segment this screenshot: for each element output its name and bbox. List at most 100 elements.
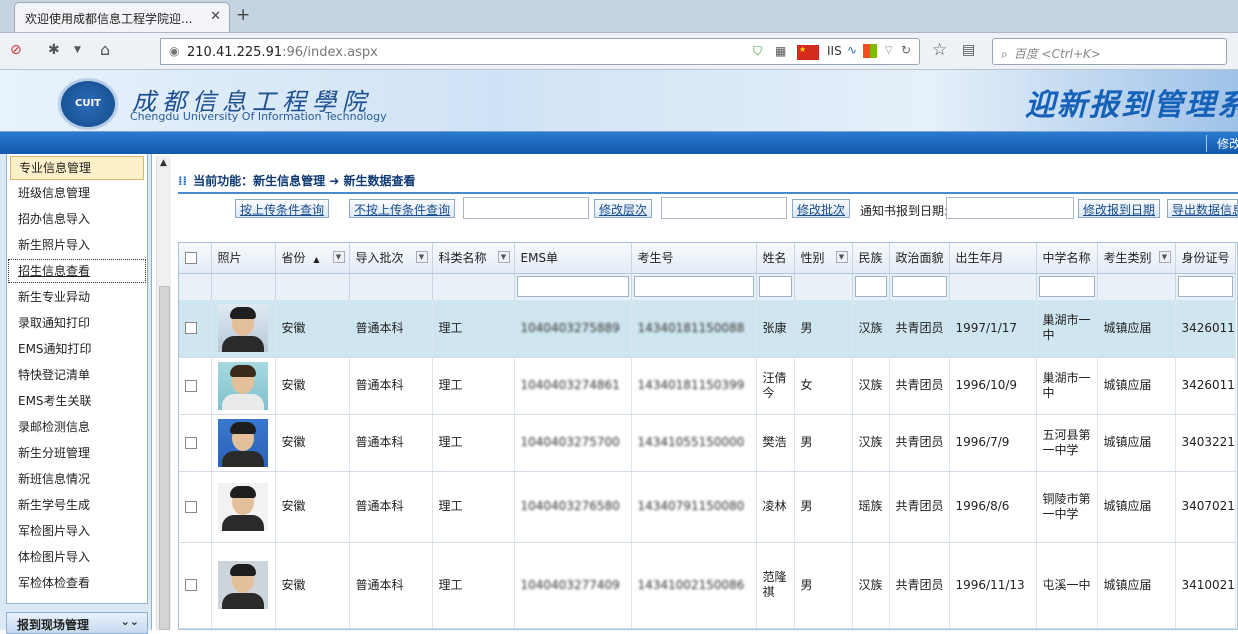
cell-province: 安徽 [275, 300, 350, 358]
level-input[interactable] [463, 197, 589, 219]
modify-level-button[interactable]: 修改层次 [594, 199, 653, 218]
modify-batch-button[interactable]: 修改批次 [792, 199, 851, 218]
sidebar-item-major-change[interactable]: 新生专业异动 [7, 284, 147, 310]
notice-date-input[interactable] [946, 197, 1074, 219]
sidebar-item-student-id[interactable]: 新生学号生成 [7, 492, 147, 518]
table-row[interactable]: 安徽 普通本科 理工 1040403277409 14341002150086 … [179, 542, 1236, 629]
sidebar-item-photo-import[interactable]: 新生照片导入 [7, 232, 147, 258]
table-row[interactable]: 安徽 普通本科 理工 1040403274861 14340181150399 … [179, 357, 1236, 415]
ems-filter-input[interactable] [516, 276, 629, 298]
row-select-cell [179, 414, 212, 472]
table-row[interactable]: 安徽 普通本科 理工 1040403275700 14341055150000 … [179, 414, 1236, 472]
reading-list-icon[interactable]: ▤ [962, 42, 975, 58]
col-photo[interactable]: 照片 [211, 243, 276, 274]
political-filter-input[interactable] [891, 276, 947, 298]
sidebar-item-military-photo[interactable]: 军检图片导入 [7, 518, 147, 544]
filter-dropdown-icon[interactable]: ▼ [835, 251, 848, 263]
cell-category: 理工 [432, 542, 515, 629]
search-input[interactable]: ⌕ 百度 <Ctrl+K> [992, 38, 1227, 65]
col-type[interactable]: 考生类别 ▼ [1097, 243, 1176, 274]
qr-code-icon[interactable]: ▦ [775, 44, 786, 58]
col-ethnic[interactable]: 民族 [852, 243, 890, 274]
sidebar-item-class-info[interactable]: 班级信息管理 [7, 180, 147, 206]
filter-dropdown-icon[interactable]: ▼ [497, 251, 510, 263]
sidebar-item-ems-link[interactable]: EMS考生关联 [7, 388, 147, 414]
shield-icon[interactable]: ⛉ [753, 44, 762, 59]
id-filter-input[interactable] [1177, 276, 1233, 298]
filter-dropdown-icon[interactable]: ▼ [415, 251, 428, 263]
modify-date-button[interactable]: 修改报到日期 [1078, 199, 1161, 218]
col-political[interactable]: 政治面貌 [889, 243, 950, 274]
row-checkbox[interactable] [185, 579, 197, 591]
row-checkbox[interactable] [185, 379, 197, 392]
cell-ems: 1040403277409 [514, 542, 632, 629]
browser-tab[interactable]: 欢迎使用成都信息工程学院迎... ✕ [14, 2, 230, 32]
select-all-header[interactable] [179, 243, 212, 274]
sidebar-item-class-status[interactable]: 新班信息情况 [7, 466, 147, 492]
col-birth[interactable]: 出生年月 [949, 243, 1037, 274]
tools-icon[interactable]: ✱ [48, 42, 60, 58]
dropdown-arrow-icon[interactable]: ▼ [74, 45, 81, 55]
ethnic-filter-input[interactable] [854, 276, 887, 298]
col-batch-label: 导入批次 [355, 251, 404, 266]
filter-dropdown-icon[interactable]: ▼ [332, 251, 345, 263]
sidebar-item-class-assign[interactable]: 新生分班管理 [7, 440, 147, 466]
reload-icon[interactable]: ↻ [901, 43, 911, 57]
home-icon[interactable]: ⌂ [100, 40, 110, 59]
cell-batch: 普通本科 [349, 414, 433, 472]
scroll-up-icon[interactable]: ▲ [160, 158, 167, 168]
cell-ems: 1040403274861 [514, 357, 632, 415]
sidebar-item-notice-print[interactable]: 录取通知打印 [7, 310, 147, 336]
col-gender[interactable]: 性别 ▼ [794, 243, 853, 274]
sidebar-item-major-info[interactable]: 专业信息管理 [10, 156, 144, 180]
row-checkbox[interactable] [185, 322, 197, 335]
sidebar-item-ems-print[interactable]: EMS通知打印 [7, 336, 147, 362]
divider [178, 192, 1238, 194]
cell-ems: 1040403276580 [514, 471, 632, 543]
bookmark-star-icon[interactable]: ☆ [932, 40, 947, 60]
col-name[interactable]: 姓名 [756, 243, 795, 274]
sidebar-item-mail-check[interactable]: 录邮检测信息 [7, 414, 147, 440]
cell-gender: 男 [794, 414, 853, 472]
school-filter-input[interactable] [1038, 276, 1095, 298]
col-exam-no[interactable]: 考生号 [631, 243, 757, 274]
upload-query-button[interactable]: 按上传条件查询 [235, 199, 330, 218]
col-batch[interactable]: 导入批次 ▼ [349, 243, 433, 274]
filter-cell [1097, 273, 1176, 300]
cell-birth: 1996/10/9 [949, 357, 1037, 415]
col-province[interactable]: 省份 ▲ ▼ [275, 243, 350, 274]
sidebar-scrollbar[interactable]: ▲ [156, 156, 171, 630]
row-checkbox[interactable] [185, 436, 197, 449]
school-name-en: Chengdu University Of Information Techno… [130, 110, 387, 123]
exam-no-filter-input[interactable] [633, 276, 754, 298]
col-id[interactable]: 身份证号 [1175, 243, 1236, 274]
scroll-thumb[interactable] [159, 286, 170, 630]
sidebar-section-registration[interactable]: 报到现场管理 ⌄⌄ [6, 612, 148, 634]
exam-number: 14341002150086 [637, 577, 745, 592]
address-bar[interactable]: ◉ 210.41.225.91:96/index.aspx ⛉ ▦ ★ IIS … [160, 38, 920, 65]
select-all-checkbox[interactable] [185, 252, 197, 265]
table-row[interactable]: 安徽 普通本科 理工 1040403276580 14340791150080 … [179, 471, 1236, 543]
col-category[interactable]: 科类名称 ▼ [432, 243, 515, 274]
modify-link[interactable]: 修改 [1206, 135, 1238, 152]
col-school[interactable]: 中学名称 [1036, 243, 1098, 274]
new-tab-icon[interactable]: + [236, 5, 250, 25]
close-tab-icon[interactable]: ✕ [210, 9, 221, 24]
table-row[interactable]: 安徽 普通本科 理工 1040403275889 14340181150088 … [179, 300, 1236, 358]
batch-input[interactable] [661, 197, 787, 219]
sidebar-item-express-list[interactable]: 特快登记清单 [7, 362, 147, 388]
export-button[interactable]: 导出数据信息 [1167, 199, 1238, 218]
sidebar-item-admission-import[interactable]: 招办信息导入 [7, 206, 147, 232]
cell-batch: 普通本科 [349, 471, 433, 543]
blocked-icon[interactable]: ⊘ [10, 42, 22, 58]
name-filter-input[interactable] [758, 276, 792, 298]
search-icon: ⌕ [1001, 47, 1008, 61]
filter-dropdown-icon[interactable]: ▼ [1158, 251, 1171, 263]
dropdown-icon[interactable]: ▽ [885, 45, 893, 56]
sidebar-item-health-photo[interactable]: 体检图片导入 [7, 544, 147, 570]
col-ems[interactable]: EMS单 [514, 243, 632, 274]
row-checkbox[interactable] [185, 500, 197, 513]
sidebar-item-enroll-view[interactable]: 招生信息查看 [7, 258, 147, 284]
no-upload-query-button[interactable]: 不按上传条件查询 [349, 199, 456, 218]
sidebar-item-checkup-view[interactable]: 军检体检查看 [7, 570, 147, 596]
